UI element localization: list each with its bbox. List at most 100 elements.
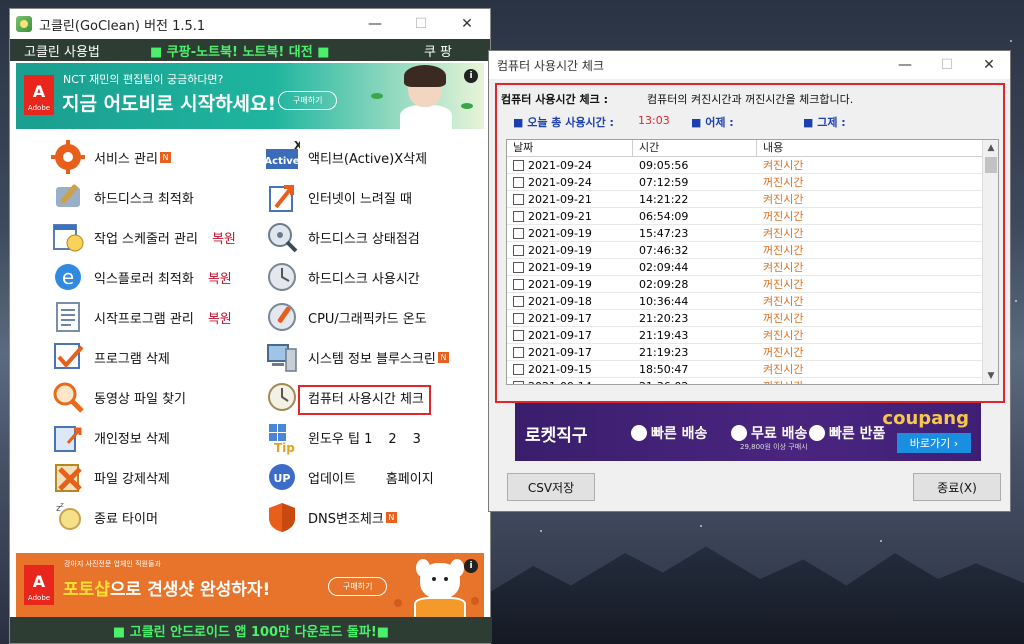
system-info-item[interactable]: 시스템 정보 블루스크린 N: [264, 339, 449, 375]
table-row[interactable]: 2021-09-19 07:46:32 꺼진시간: [507, 242, 998, 259]
row-checkbox[interactable]: [513, 227, 524, 239]
cpu-temp-item[interactable]: CPU/그래픽카드 온도: [264, 299, 427, 335]
table-row[interactable]: 2021-09-21 06:54:09 꺼진시간: [507, 208, 998, 225]
ad-top-small: NCT 재민의 편집팁이 궁금하다면?: [63, 73, 224, 86]
minimize-button[interactable]: —: [352, 9, 398, 39]
table-row[interactable]: 2021-09-24 09:05:56 켜진시간: [507, 157, 998, 174]
promo-link[interactable]: ■ 쿠팡-노트북! 노트북! 대전 ■: [150, 41, 330, 60]
ad-bottom-buy-button[interactable]: 구매하기: [328, 577, 388, 596]
date-cell: 2021-09-17: [507, 312, 633, 325]
row-checkbox[interactable]: [513, 159, 524, 171]
maximize-button[interactable]: ☐: [398, 9, 444, 39]
adobe-banner-top[interactable]: A Adobe NCT 재민의 편집팁이 궁금하다면? 지금 어도비로 시작하세요…: [16, 63, 484, 129]
table-row[interactable]: 2021-09-17 21:20:23 꺼진시간: [507, 310, 998, 327]
startup-manage-item[interactable]: 시작프로그램 관리 복원: [50, 299, 232, 335]
table-row[interactable]: 2021-09-24 07:12:59 꺼진시간: [507, 174, 998, 191]
column-event[interactable]: 내용: [757, 140, 983, 156]
row-checkbox[interactable]: [513, 244, 524, 256]
table-row[interactable]: 2021-09-19 15:47:23 켜진시간: [507, 225, 998, 242]
event-cell: 켜진시간: [763, 193, 804, 206]
table-row[interactable]: 2021-09-17 21:19:43 켜진시간: [507, 327, 998, 344]
force-delete-item[interactable]: 파일 강제삭제: [50, 459, 170, 495]
scroll-down-icon[interactable]: ▼: [983, 368, 998, 384]
table-row[interactable]: 2021-09-19 02:09:28 꺼진시간: [507, 276, 998, 293]
disk-usage-time-item[interactable]: 하드디스크 사용시간: [264, 259, 420, 295]
table-row[interactable]: 2021-09-21 14:21:22 켜진시간: [507, 191, 998, 208]
privacy-delete-item[interactable]: 개인정보 삭제: [50, 419, 170, 455]
restore-link[interactable]: 복원: [208, 268, 232, 287]
table-row[interactable]: 2021-09-14 21:36:02꺼진시간: [507, 378, 998, 385]
task-scheduler-item[interactable]: 작업 스케줄러 관리 복원: [50, 219, 236, 255]
shutdown-timer-item[interactable]: zz 종료 타이머: [50, 499, 158, 535]
scroll-up-icon[interactable]: ▲: [983, 140, 998, 156]
internet-slow-item[interactable]: 인터넷이 느려질 때: [264, 179, 412, 215]
column-date[interactable]: 날짜: [507, 140, 633, 156]
table-row[interactable]: 2021-09-15 18:50:47 켜진시간: [507, 361, 998, 378]
time-cell: 21:20:23: [639, 311, 689, 325]
dns-check-item[interactable]: DNS변조체크 N: [264, 499, 397, 535]
video-find-item[interactable]: 동영상 파일 찾기: [50, 379, 186, 415]
sleep-bulb-icon: zz: [50, 499, 86, 535]
ad-info-icon[interactable]: i: [464, 559, 478, 573]
usage-log-list[interactable]: 날짜 시간 내용 2021-09-24 09:05:56 켜진시간 2021-09-2…: [506, 139, 999, 385]
close-button[interactable]: ✕: [444, 9, 490, 39]
table-row[interactable]: 2021-09-18 10:36:44 켜진시간: [507, 293, 998, 310]
row-checkbox[interactable]: [513, 312, 524, 324]
program-remove-item[interactable]: 프로그램 삭제: [50, 339, 170, 375]
restore-link[interactable]: 복원: [212, 228, 236, 247]
date-cell: 2021-09-17: [507, 346, 633, 359]
row-checkbox[interactable]: [513, 193, 524, 205]
service-manage-item[interactable]: 서비스 관리 N: [50, 139, 171, 175]
row-checkbox[interactable]: [513, 363, 524, 375]
system-info-label: 시스템 정보 블루스크린: [308, 351, 436, 367]
coupang-banner[interactable]: 로켓직구 빠른 배송 무료 배송 빠른 반품 29,800원 이상 구매시 co…: [515, 403, 981, 461]
update-item[interactable]: UP 업데이트 홈페이지: [264, 459, 434, 495]
ad-info-icon[interactable]: i: [464, 69, 478, 83]
maximize-button[interactable]: ☐: [926, 51, 968, 79]
disk-health-item[interactable]: 하드디스크 상태점검: [264, 219, 420, 255]
row-checkbox[interactable]: [513, 380, 524, 384]
column-time[interactable]: 시간: [633, 140, 757, 156]
usage-time-window: 컴퓨터 사용시간 체크 — ☐ ✕ 컴퓨터 사용시간 체크 : 컴퓨터의 켜진시…: [488, 50, 1011, 512]
event-cell: 켜진시간: [763, 295, 804, 308]
usage-time-window-title: 컴퓨터 사용시간 체크: [497, 58, 604, 73]
table-row[interactable]: 2021-09-17 21:19:23 꺼진시간: [507, 344, 998, 361]
row-checkbox[interactable]: [513, 176, 524, 188]
row-checkbox[interactable]: [513, 346, 524, 358]
tip-3-link[interactable]: 3: [413, 432, 421, 447]
usage-time-titlebar[interactable]: 컴퓨터 사용시간 체크 — ☐ ✕: [489, 51, 1010, 79]
disk-optimize-item[interactable]: 하드디스크 최적화: [50, 179, 194, 215]
adobe-banner-bottom[interactable]: A Adobe 강아지 사진전문 업체인 직원들과 포토샵으로 견생샷 완성하자!…: [16, 553, 484, 617]
exit-button[interactable]: 종료(X): [913, 473, 1001, 501]
windows-tip-item[interactable]: Tip 윈도우 팁 1 2 3: [264, 419, 421, 455]
row-checkbox[interactable]: [513, 329, 524, 341]
table-row[interactable]: 2021-09-19 02:09:44 켜진시간: [507, 259, 998, 276]
close-button[interactable]: ✕: [968, 51, 1010, 79]
main-titlebar[interactable]: 고클린(GoClean) 버전 1.5.1 — ☐ ✕: [10, 9, 490, 39]
window-title: 고클린(GoClean) 버전 1.5.1: [39, 18, 206, 34]
usage-menu[interactable]: 고클린 사용법: [24, 41, 100, 60]
minimize-button[interactable]: —: [884, 51, 926, 79]
row-checkbox[interactable]: [513, 210, 524, 222]
tip-1-link[interactable]: 윈도우 팁 1: [308, 432, 372, 447]
go-button[interactable]: 바로가기 ›: [897, 433, 971, 453]
restore-link[interactable]: 복원: [208, 308, 232, 327]
csv-save-button[interactable]: CSV저장: [507, 473, 595, 501]
row-checkbox[interactable]: [513, 295, 524, 307]
svg-text:Tip: Tip: [274, 441, 295, 455]
disk-search-icon: [264, 219, 300, 255]
date-cell: 2021-09-21: [507, 193, 633, 206]
tip-2-link[interactable]: 2: [388, 432, 396, 447]
date-text: 2021-09-14: [528, 380, 592, 385]
footer-promo[interactable]: ■ 고클린 안드로이드 앱 100만 다운로드 돌파!■: [10, 617, 492, 643]
ie-optimize-item[interactable]: e 익스플로러 최적화 복원: [50, 259, 232, 295]
row-checkbox[interactable]: [513, 261, 524, 273]
scroll-thumb[interactable]: [985, 157, 997, 173]
coupang-menu[interactable]: 쿠 팡: [424, 41, 452, 60]
ad-top-buy-button[interactable]: 구매하기: [278, 91, 338, 110]
activex-delete-item[interactable]: Active X 액티브(Active)X삭제: [264, 139, 427, 175]
row-checkbox[interactable]: [513, 278, 524, 290]
tip-icon: Tip: [264, 419, 300, 455]
homepage-link[interactable]: 홈페이지: [386, 468, 434, 487]
list-scrollbar[interactable]: ▲ ▼: [982, 140, 998, 384]
